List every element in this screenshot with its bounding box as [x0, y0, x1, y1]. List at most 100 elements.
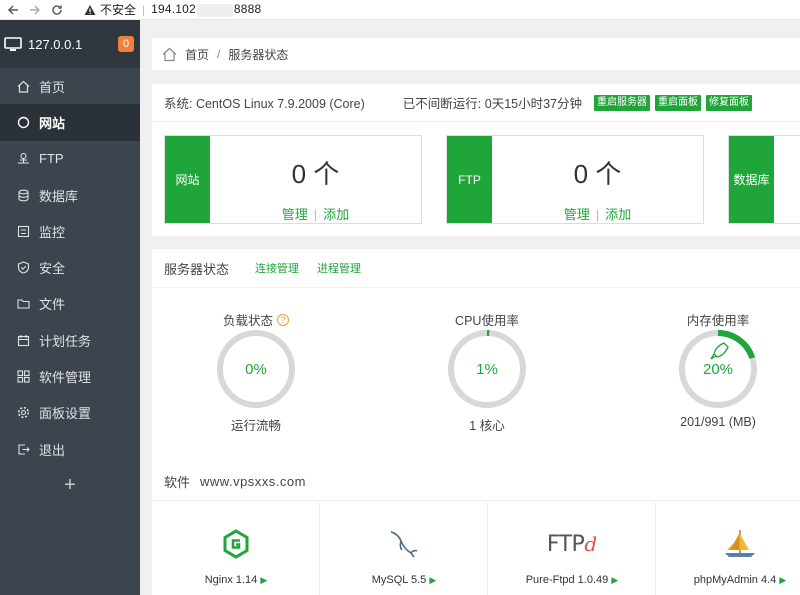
uptime-info: 已不间断运行: 0天15小时37分钟 [402, 97, 583, 111]
sidebar-item-cron[interactable]: 计划任务 [0, 322, 140, 358]
sidebar-item-home[interactable]: 首页 [0, 68, 140, 104]
stat-card-website: 网站 0 个 管理 | 添加 [164, 135, 422, 224]
sidebar-item-security[interactable]: 安全 [0, 249, 140, 285]
address-redaction [196, 3, 233, 17]
sidebar-item-label: 网站 [39, 115, 66, 131]
main-content: 首页 / 服务器状态 系统: CentOS Linux 7.9.2009 (Co… [140, 20, 800, 595]
software-name: Nginx 1.14 ▶ [152, 574, 320, 586]
os-info: 系统: CentOS Linux 7.9.2009 (Core) [164, 97, 365, 111]
breadcrumb-separator: / [217, 47, 221, 61]
process-manage-link[interactable]: 进程管理 [317, 260, 361, 276]
address-port: 8888 [233, 2, 262, 17]
sidebar-item-label: 面板设置 [39, 406, 92, 422]
stat-card-database: 数据库 [728, 135, 800, 224]
software-name-text: MySQL 5.5 [371, 574, 427, 586]
back-icon[interactable] [4, 0, 22, 20]
sidebar-item-settings[interactable]: 面板设置 [0, 395, 140, 431]
breadcrumb-home[interactable]: 首页 [185, 46, 209, 63]
software-item-mysql[interactable]: MySQL 5.5 ▶ [320, 502, 488, 595]
restart-server-button[interactable]: 重启服务器 [594, 94, 651, 111]
gauge-value: 1% [476, 360, 498, 378]
software-item-nginx[interactable]: Nginx 1.14 ▶ [152, 502, 320, 595]
reload-icon[interactable] [48, 0, 66, 20]
stat-count: 0 个 [573, 159, 622, 189]
sidebar-item-logout[interactable]: 退出 [0, 431, 140, 467]
sidebar-item-software[interactable]: 软件管理 [0, 358, 140, 394]
warning-icon [84, 4, 96, 15]
software-item-pureftpd[interactable]: FTP d Pure-Ftpd 1.0.49 ▶ [488, 502, 656, 595]
gauge-value: 20% [702, 360, 734, 378]
logout-icon [17, 443, 30, 456]
site-watermark: www.vpsxxs.com [200, 473, 306, 489]
gauge-sub: 201/991 (MB) [680, 415, 756, 429]
nginx-icon [152, 524, 320, 564]
gauge-label: 负载状态? [186, 310, 326, 329]
sidebar-item-monitor[interactable]: 监控 [0, 213, 140, 249]
software-item-phpmyadmin[interactable]: phpMyAdmin 4.4 ▶ [656, 502, 800, 595]
address-separator: | [142, 2, 146, 17]
connection-manage-link[interactable]: 连接管理 [255, 260, 299, 276]
sidebar-item-website[interactable]: 网站 [0, 104, 140, 141]
stat-card-ftp: FTP 0 个 管理 | 添加 [446, 135, 704, 224]
play-icon[interactable]: ▶ [779, 575, 786, 585]
ftpd-logo-text: FTP [546, 531, 585, 557]
sidebar-item-label: 监控 [39, 224, 66, 240]
monitor-icon [17, 225, 30, 238]
software-name: MySQL 5.5 ▶ [320, 574, 488, 586]
phpmyadmin-icon [656, 524, 800, 564]
browser-bar: 不安全 | 194.102 8888 [0, 0, 800, 20]
add-link[interactable]: 添加 [605, 207, 631, 222]
add-server-button[interactable]: + [0, 467, 140, 503]
manage-link[interactable]: 管理 [282, 207, 308, 222]
software-name-text: phpMyAdmin 4.4 [693, 574, 777, 586]
gauge-label: 内存使用率 [686, 314, 750, 328]
gauge-sub: 运行流畅 [230, 419, 281, 433]
sidebar-item-label: 软件管理 [39, 370, 92, 386]
database-icon [17, 189, 30, 202]
sidebar-item-label: 安全 [39, 261, 66, 277]
breadcrumb-current: 服务器状态 [228, 47, 289, 62]
software-name-text: Pure-Ftpd 1.0.49 [525, 574, 609, 586]
home-icon[interactable] [162, 47, 177, 62]
stat-tag: 数据库 [729, 136, 774, 223]
globe-icon [17, 116, 30, 129]
software-name-text: Nginx 1.14 [204, 574, 258, 586]
ftp-icon [17, 152, 30, 165]
stat-links: 管理 | 添加 [281, 207, 350, 222]
sidebar-item-database[interactable]: 数据库 [0, 177, 140, 213]
server-monitor-icon [4, 36, 22, 51]
address-host: 194.102 [151, 2, 196, 17]
notification-badge[interactable]: 0 [118, 36, 134, 52]
home-icon [17, 80, 30, 93]
sidebar-item-label: 文件 [39, 297, 66, 313]
manage-link[interactable]: 管理 [564, 207, 590, 222]
sidebar: 127.0.0.1 0 首页 网站 FTP 数据库 监控 安全 文件 计划任务 … [0, 20, 140, 595]
server-status-panel: 服务器状态 连接管理 进程管理 负载状态? 0% 运行流畅 CPU使用率 1% … [152, 249, 800, 469]
software-panel: 软件 www.vpsxxs.com Nginx 1.14 ▶ MySQL 5.5… [152, 462, 800, 595]
play-icon[interactable]: ▶ [611, 575, 618, 585]
play-icon[interactable]: ▶ [260, 575, 267, 585]
breadcrumb: 首页 / 服务器状态 [152, 38, 800, 70]
stat-count: 0 个 [291, 159, 340, 189]
mysql-dolphin-icon [320, 524, 488, 564]
software-name: Pure-Ftpd 1.0.49 ▶ [488, 574, 656, 586]
shield-icon [17, 261, 30, 274]
sidebar-item-label: 数据库 [39, 188, 79, 204]
software-name: phpMyAdmin 4.4 ▶ [656, 574, 800, 586]
stat-links: 管理 | 添加 [563, 207, 632, 222]
help-icon[interactable]: ? [277, 313, 289, 326]
folder-icon [17, 297, 30, 310]
insecure-indicator[interactable]: 不安全 [84, 1, 136, 18]
play-icon[interactable]: ▶ [429, 575, 436, 585]
sidebar-item-files[interactable]: 文件 [0, 286, 140, 322]
sidebar-item-label: 退出 [39, 442, 66, 458]
stat-tag: FTP [447, 136, 492, 223]
address-bar[interactable]: 194.102 8888 [151, 2, 262, 17]
add-link[interactable]: 添加 [323, 207, 349, 222]
restart-panel-button[interactable]: 重启面板 [655, 94, 702, 111]
forward-icon[interactable] [26, 0, 44, 20]
sidebar-item-ftp[interactable]: FTP [0, 141, 140, 177]
repair-panel-button[interactable]: 修复面板 [706, 94, 753, 111]
calendar-icon [17, 334, 30, 347]
gauge-label-text: 负载状态 [222, 314, 273, 328]
